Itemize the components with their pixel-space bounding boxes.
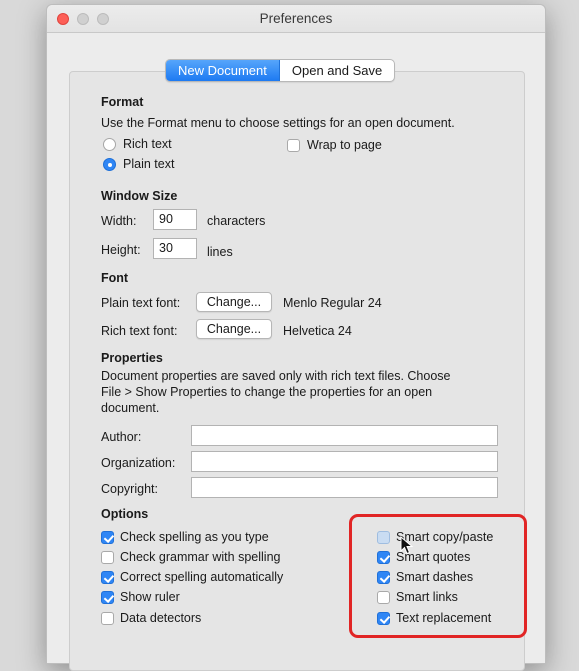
format-header: Format	[101, 95, 144, 109]
show-ruler-label[interactable]: Show ruler	[120, 590, 180, 604]
rich-font-value: Helvetica 24	[283, 324, 352, 338]
smart-dashes-checkbox[interactable]	[377, 571, 390, 584]
tab-new-document[interactable]: New Document	[166, 60, 280, 81]
preferences-window: Preferences New Document Open and Save F…	[46, 4, 547, 671]
check-spelling-checkbox[interactable]	[101, 531, 114, 544]
height-label: Height:	[101, 243, 141, 257]
width-unit: characters	[207, 214, 266, 228]
mouse-pointer-icon	[400, 536, 414, 555]
wrap-to-page-checkbox[interactable]	[287, 139, 300, 152]
smart-links-checkbox[interactable]	[377, 591, 390, 604]
font-header: Font	[101, 271, 129, 285]
text-replacement-label[interactable]: Text replacement	[396, 611, 491, 625]
copyright-field[interactable]	[191, 477, 498, 498]
check-grammar-label[interactable]: Check grammar with spelling	[120, 550, 280, 564]
organization-field[interactable]	[191, 451, 498, 472]
correct-spelling-label[interactable]: Correct spelling automatically	[120, 570, 283, 584]
plain-font-change-button[interactable]: Change...	[196, 292, 272, 312]
properties-description-line-1: Document properties are saved only with …	[101, 369, 451, 383]
plain-text-radio[interactable]	[103, 158, 116, 171]
smart-dashes-label[interactable]: Smart dashes	[396, 570, 473, 584]
wrap-to-page-label[interactable]: Wrap to page	[307, 138, 382, 152]
width-label: Width:	[101, 214, 137, 228]
properties-description-line-2: File > Show Properties to change the pro…	[101, 385, 433, 399]
plain-text-font-label: Plain text font:	[101, 296, 181, 310]
rich-font-change-button[interactable]: Change...	[196, 319, 272, 339]
author-label: Author:	[101, 430, 142, 444]
plain-font-value: Menlo Regular 24	[283, 296, 382, 310]
correct-spelling-checkbox[interactable]	[101, 571, 114, 584]
plain-text-label[interactable]: Plain text	[123, 157, 174, 171]
check-grammar-checkbox[interactable]	[101, 551, 114, 564]
organization-label: Organization:	[101, 456, 176, 470]
rich-text-radio[interactable]	[103, 138, 116, 151]
check-spelling-label[interactable]: Check spelling as you type	[120, 530, 269, 544]
author-field[interactable]	[191, 425, 498, 446]
tab-bar: New Document Open and Save	[165, 59, 396, 82]
tab-open-and-save[interactable]: Open and Save	[280, 60, 394, 81]
smart-links-label[interactable]: Smart links	[396, 590, 458, 604]
rich-text-label[interactable]: Rich text	[123, 137, 172, 151]
format-description: Use the Format menu to choose settings f…	[101, 116, 455, 130]
height-field[interactable]: 30	[153, 238, 197, 259]
smart-copy-paste-checkbox[interactable]	[377, 531, 390, 544]
width-field[interactable]: 90	[153, 209, 197, 230]
rich-text-font-label: Rich text font:	[101, 324, 178, 338]
window-size-header: Window Size	[101, 189, 178, 203]
text-replacement-checkbox[interactable]	[377, 612, 390, 625]
properties-header: Properties	[101, 351, 163, 365]
copyright-label: Copyright:	[101, 482, 158, 496]
new-document-settings: Format Use the Format menu to choose set…	[47, 5, 547, 665]
height-unit: lines	[207, 245, 233, 259]
options-header: Options	[101, 507, 149, 521]
data-detectors-checkbox[interactable]	[101, 612, 114, 625]
smart-quotes-checkbox[interactable]	[377, 551, 390, 564]
properties-description-line-3: document.	[101, 401, 160, 415]
data-detectors-label[interactable]: Data detectors	[120, 611, 201, 625]
show-ruler-checkbox[interactable]	[101, 591, 114, 604]
